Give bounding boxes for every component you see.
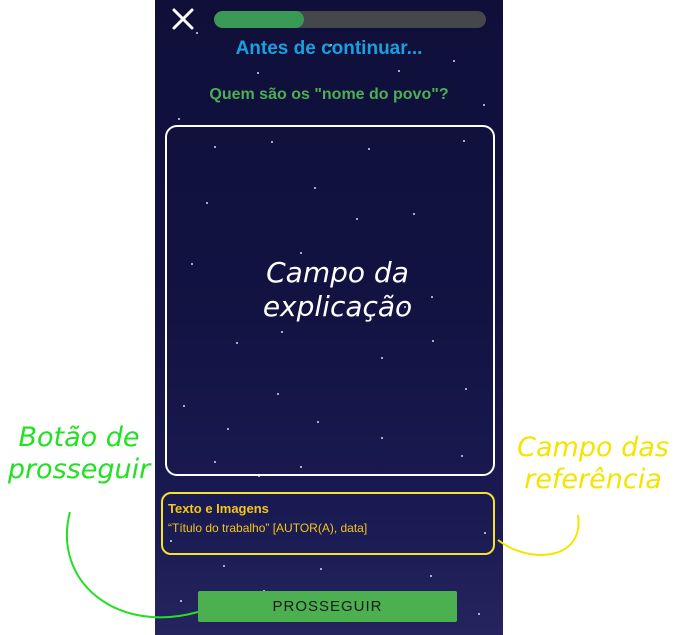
annotation-proceed: Botão de prosseguir xyxy=(0,422,158,487)
star xyxy=(196,32,198,34)
close-button[interactable] xyxy=(170,6,196,32)
page-title: Antes de continuar... xyxy=(235,38,423,59)
references-title: Texto e Imagens xyxy=(168,501,269,516)
star xyxy=(257,72,259,74)
annotation-references-line1: Campo das xyxy=(517,432,669,463)
star xyxy=(223,565,225,567)
annotation-explanation: Campo da explicação xyxy=(230,256,445,323)
annotation-proceed-line2: prosseguir xyxy=(7,454,151,486)
star xyxy=(478,613,480,615)
progress-bar xyxy=(214,11,486,28)
star xyxy=(320,568,322,570)
references-text: “Título do trabalho” [AUTOR(A), data] xyxy=(168,521,368,535)
annotation-references-line2: referência xyxy=(524,464,662,496)
question-text: Quem são os "nome do povo"? xyxy=(209,86,449,103)
star xyxy=(453,60,455,62)
star xyxy=(430,575,432,577)
progress-fill xyxy=(214,11,304,28)
close-icon xyxy=(172,8,194,30)
star xyxy=(483,104,485,106)
annotation-explanation-line1: Campo da xyxy=(266,256,409,289)
proceed-button[interactable]: PROSSEGUIR xyxy=(198,591,457,622)
star xyxy=(398,70,400,72)
star xyxy=(178,118,180,120)
annotation-explanation-line2: explicação xyxy=(262,289,413,323)
references-arrow xyxy=(497,514,580,556)
star xyxy=(180,600,182,602)
annotation-proceed-line1: Botão de xyxy=(18,422,140,453)
annotation-references: Campo das referência xyxy=(508,432,678,497)
references-field: Texto e Imagens “Título do trabalho” [AU… xyxy=(161,492,495,555)
